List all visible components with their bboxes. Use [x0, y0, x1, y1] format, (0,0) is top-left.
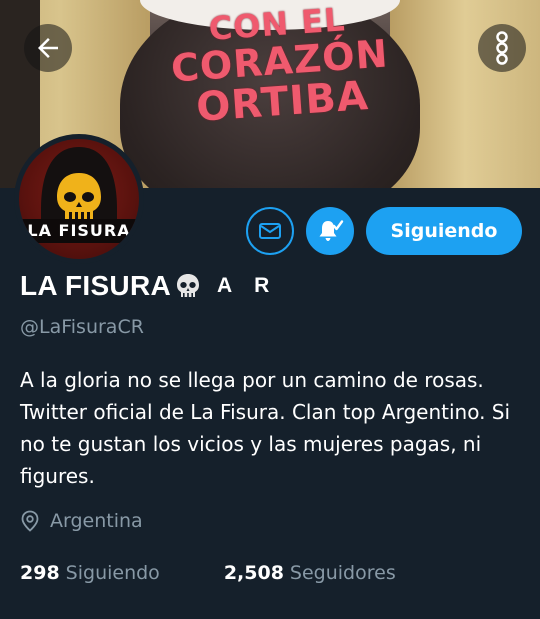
followers-label: Seguidores [289, 562, 396, 584]
following-button[interactable]: Siguiendo [366, 207, 522, 255]
profile-stats: 298 Siguiendo 2,508 Seguidores [20, 562, 396, 584]
message-button[interactable] [246, 207, 294, 255]
mail-icon [258, 221, 282, 241]
flag-letter-2: R [254, 274, 270, 297]
location-text: Argentina [50, 510, 143, 532]
more-vertical-icon [491, 31, 513, 65]
back-button[interactable] [24, 24, 72, 72]
followers-stat[interactable]: 2,508 Seguidores [224, 562, 396, 584]
followers-count: 2,508 [223, 562, 284, 584]
more-options-button[interactable] [478, 24, 526, 72]
banner-slogan: CON EL CORAZÓN ORTIBA [156, 0, 403, 132]
display-name: LA FISURA [20, 270, 171, 301]
following-count: 298 [20, 562, 60, 584]
profile-handle: @LaFisuraCR [20, 316, 144, 338]
flag-emoji: AR [217, 274, 291, 298]
arrow-left-icon [33, 33, 63, 63]
avatar-brand-label: LA FISURA [19, 219, 139, 243]
bell-check-icon [316, 217, 344, 245]
location-pin-icon [20, 510, 40, 532]
following-stat[interactable]: 298 Siguiendo [20, 562, 160, 584]
profile-bio: A la gloria no se llega por un camino de… [20, 368, 511, 488]
profile-avatar[interactable]: LA FISURA [14, 134, 144, 264]
avatar-image: LA FISURA [19, 139, 139, 259]
profile-location: Argentina [20, 510, 143, 532]
following-label: Siguiendo [65, 562, 160, 584]
notifications-button[interactable] [306, 207, 354, 255]
flag-letter-1: A [217, 274, 233, 297]
profile-name-row: LA FISURA AR [20, 270, 291, 302]
skull-icon [173, 271, 203, 301]
